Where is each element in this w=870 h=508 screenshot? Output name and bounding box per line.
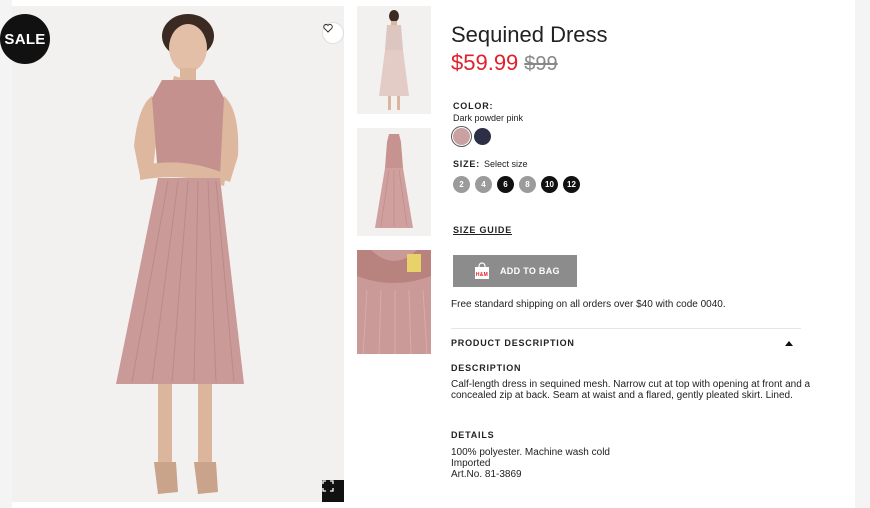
size-option[interactable]: 6 [497, 176, 514, 193]
sale-badge: SALE [0, 14, 50, 64]
color-label: COLOR: [453, 101, 494, 111]
add-to-bag-label: ADD TO BAG [500, 266, 560, 276]
chevron-up-icon[interactable] [785, 340, 793, 346]
expand-icon [322, 480, 334, 492]
add-to-bag-button[interactable]: H&M ADD TO BAG [453, 255, 577, 287]
details-line: 100% polyester. Machine wash cold [451, 447, 610, 458]
bag-logo: H&M [476, 272, 488, 278]
details-list: 100% polyester. Machine wash cold Import… [451, 447, 610, 480]
thumbnail-dress[interactable] [357, 128, 431, 236]
color-swatch-pink[interactable] [453, 128, 470, 145]
thumbnail-image [375, 134, 413, 228]
size-option[interactable]: 2 [453, 176, 470, 193]
sale-price: $59.99 [451, 50, 519, 75]
product-description-title: PRODUCT DESCRIPTION [451, 338, 575, 348]
thumbnail-detail[interactable] [357, 250, 431, 354]
product-description-header[interactable]: PRODUCT DESCRIPTION [451, 338, 801, 348]
shipping-info: Free standard shipping on all orders ove… [451, 299, 726, 310]
shopping-bag-icon: H&M [473, 262, 491, 280]
color-swatches [453, 128, 491, 145]
size-guide-link[interactable]: SIZE GUIDE [453, 225, 512, 235]
color-swatch-navy[interactable] [474, 128, 491, 145]
fullscreen-button[interactable] [322, 480, 344, 502]
details-line: Imported [451, 458, 491, 469]
original-price: $99 [524, 53, 558, 75]
thumbnail-image [357, 250, 431, 354]
price-row: $59.99 $99 [451, 50, 558, 76]
size-select-text: Select size [484, 159, 528, 169]
size-option[interactable]: 4 [475, 176, 492, 193]
size-options: 2 4 6 8 10 12 [453, 176, 580, 193]
size-label: SIZE: [453, 159, 481, 169]
color-name: Dark powder pink [453, 113, 524, 123]
details-line: Art.No. 81-3869 [451, 469, 522, 480]
size-row: SIZE: Select size [453, 159, 528, 169]
size-option[interactable]: 8 [519, 176, 536, 193]
details-label: DETAILS [451, 430, 495, 440]
size-option[interactable]: 10 [541, 176, 558, 193]
description-label: DESCRIPTION [451, 363, 522, 373]
product-title: Sequined Dress [451, 22, 608, 47]
thumbnail-model[interactable] [357, 6, 431, 114]
thumbnail-image [379, 10, 409, 110]
divider [451, 328, 801, 329]
model-illustration [116, 14, 244, 494]
main-product-image[interactable] [12, 6, 344, 502]
size-option[interactable]: 12 [563, 176, 580, 193]
description-text: Calf-length dress in sequined mesh. Narr… [451, 379, 811, 401]
heart-icon [323, 23, 333, 33]
favorite-button[interactable] [322, 22, 344, 44]
